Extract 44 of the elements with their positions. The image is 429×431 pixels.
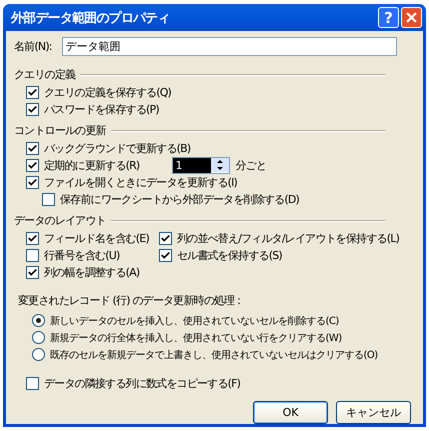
checkbox-label[interactable]: フィールド名を含む(E)	[44, 231, 149, 246]
radio-label[interactable]: 新しいデータのセルを挿入し、使用されていないセルを削除する(C)	[50, 314, 339, 328]
help-button[interactable]: ?	[378, 7, 399, 28]
checkbox[interactable]	[26, 176, 39, 189]
radio-button[interactable]	[32, 314, 45, 327]
checkbox-label[interactable]: 定期的に更新する(R)	[44, 158, 140, 173]
checkbox[interactable]	[26, 142, 39, 155]
checkbox[interactable]	[158, 249, 172, 262]
checkbox-label[interactable]: バックグラウンドで更新する(B)	[44, 141, 190, 156]
name-label: 名前(N):	[14, 39, 52, 54]
checkbox[interactable]	[26, 232, 39, 245]
checkbox-label[interactable]: 行番号を含む(U)	[44, 248, 120, 263]
checkbox[interactable]	[42, 193, 55, 206]
checkbox-label[interactable]: 保存前にワークシートから外部データを削除する(D)	[60, 192, 300, 207]
checkbox-label[interactable]: セル書式を保持する(S)	[176, 248, 282, 263]
minutes-spinner[interactable]: 1	[172, 157, 230, 174]
dialog-button[interactable]: キャンセル	[336, 401, 411, 424]
checkbox-label[interactable]: 列の並べ替え/フィルタ/レイアウトを保持する(L)	[176, 231, 400, 246]
close-icon	[406, 12, 417, 23]
refresh-handling-label: 変更されたレコード (行) のデータ更新時の処理 :	[18, 293, 241, 308]
radio-label[interactable]: 新規データの行全体を挿入し、使用されていない行をクリアする(W)	[50, 330, 342, 344]
section-heading: コントロールの更新	[14, 123, 106, 138]
close-button[interactable]	[401, 7, 422, 28]
checkbox-label[interactable]: 列の幅を調整する(A)	[44, 265, 140, 280]
checkbox[interactable]	[158, 232, 172, 245]
interval-unit: 分ごと	[235, 158, 266, 173]
radio-button[interactable]	[32, 348, 45, 361]
checkbox-label[interactable]: ファイルを開くときにデータを更新する(I)	[44, 175, 238, 190]
checkbox[interactable]	[26, 377, 39, 390]
radio-button[interactable]	[32, 331, 45, 344]
checkbox[interactable]	[26, 86, 39, 99]
section-heading: クエリの定義	[14, 67, 76, 82]
window-title: 外部データ範囲のプロパティ	[11, 10, 171, 26]
checkbox[interactable]	[26, 266, 39, 279]
name-field[interactable]: データ範囲	[62, 37, 397, 56]
section-heading: データのレイアウト	[14, 213, 106, 228]
checkbox[interactable]	[26, 103, 39, 116]
checkbox-label[interactable]: パスワードを保存する(P)	[44, 102, 159, 117]
radio-label[interactable]: 既存のセルを新規データで上書きし、使用されていないセルはクリアする(O)	[50, 348, 378, 362]
dialog-button[interactable]: OK	[253, 401, 328, 424]
checkbox[interactable]	[26, 249, 39, 262]
checkbox-label[interactable]: クエリの定義を保存する(Q)	[44, 85, 172, 100]
checkbox-label[interactable]: データの隣接する列に数式をコピーする(F)	[44, 376, 240, 391]
checkbox[interactable]	[26, 159, 39, 172]
